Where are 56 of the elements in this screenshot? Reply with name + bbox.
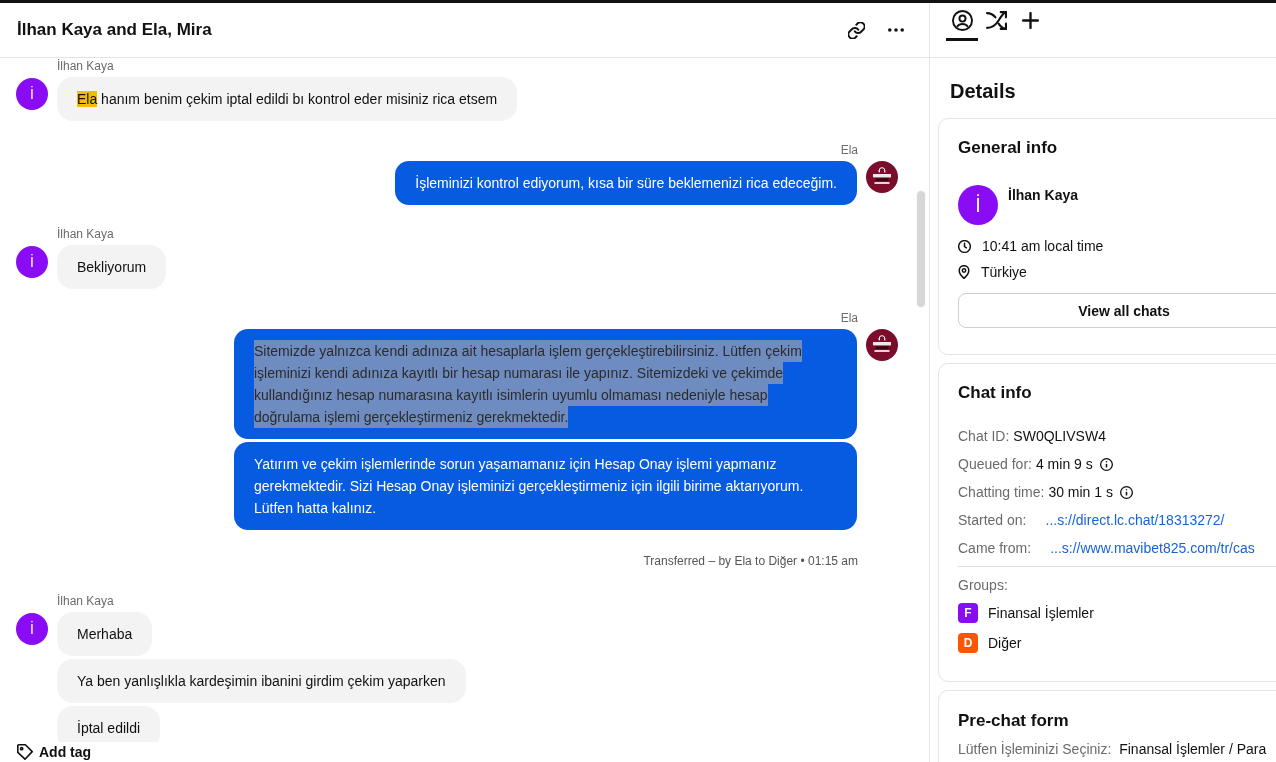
customer-avatar: İ (958, 185, 998, 225)
author-name: Ela (839, 310, 859, 326)
field-label: Queued for: (958, 455, 1032, 474)
group-badge: F (958, 603, 978, 623)
message-bubble: İptal edildi (57, 706, 161, 742)
details-heading: Details (949, 79, 1017, 104)
more-icon (888, 28, 904, 32)
plus-icon (1021, 12, 1039, 29)
clock-icon (958, 239, 971, 253)
info-icon[interactable] (1099, 457, 1113, 471)
field-label: Lütfen İşleminizi Seçiniz: (958, 741, 1112, 757)
field-label: Chatting time: (958, 483, 1045, 502)
add-tag-button[interactable]: Add tag (17, 743, 92, 761)
location: Türkiye (981, 263, 1027, 282)
card-title: General info (958, 138, 1059, 158)
message-bubble: Ya ben yanlışlıkla kardeşimin ibanini girdim çekim yaparken (57, 659, 466, 703)
field-link[interactable]: ...s://www.mavibet825.com/tr/cas (1050, 538, 1255, 558)
message-bubble: İşleminizi kontrol ediyorum, kısa bir süre beklemenizi rica edeceğim. (395, 161, 857, 205)
info-icon[interactable] (1119, 485, 1133, 499)
customer-avatar: İ (16, 613, 48, 645)
message-bubble: Merhaba (57, 612, 153, 656)
shuffle-icon (985, 11, 1007, 30)
customer-name: İlhan Kaya (1008, 186, 1079, 204)
author-name: İlhan Kaya (56, 226, 115, 242)
field-link[interactable]: ...s://direct.lc.chat/18313272/ (1045, 510, 1225, 530)
group-name: Diğer (988, 634, 1022, 653)
customer-avatar: İ (16, 246, 48, 278)
field-label: Started on: (958, 511, 1027, 530)
scrollbar-thumb[interactable] (916, 190, 926, 308)
message-bubble: Yatırım ve çekim işlemlerinde sorun yaşamamanız için Hesap Onay işlemi yapmanız gerekmektedir. Sizi Hesap Onay işleminizi gerçekleştirmeniz için ilgili birime aktarıyorum. Lütfen hatta kalınız. (234, 442, 857, 530)
agent-logo-icon (866, 329, 898, 361)
author-name: İlhan Kaya (56, 593, 115, 609)
card-title: Pre-chat form (958, 711, 1070, 731)
view-all-chats-button[interactable]: View all chats (958, 293, 1276, 328)
field-label: Came from: (958, 539, 1032, 558)
field-value: Finansal İşlemler / Para (1119, 741, 1267, 757)
transfer-notice: Transferred – by Ela to Diğer • 01:15 am (642, 553, 858, 569)
author-name: Ela (839, 142, 859, 158)
author-name: İlhan Kaya (56, 58, 115, 74)
card-title: Chat info (958, 383, 1033, 403)
field-value: SW0QLIVSW4 (1013, 427, 1106, 446)
group-badge: D (958, 633, 978, 653)
link-icon (847, 21, 865, 39)
chat-title: İlhan Kaya and Ela, Mira (17, 20, 212, 40)
location-pin-icon (958, 265, 970, 279)
local-time: 10:41 am local time (982, 237, 1104, 256)
field-value: 30 min 1 s (1048, 483, 1113, 502)
message-bubble: Sitemizde yalnızca kendi adınıza ait hesaplarla işlem gerçekleştirebilirsiniz. Lütfen çekim işleminizi kendi adınıza kayıtlı bir hesap numarası ile yapınız. Sitemizdeki ve çekimde kullandığınız hesap numarasına kayıtlı isimlerin uyumlu olmaması nedeniyle hesap doğrulama işlemi gerçekleştirmeniz gerekmektedir. (234, 329, 857, 439)
group-name: Finansal İşlemler (988, 604, 1094, 623)
field-label: Chat ID: (958, 427, 1010, 446)
customer-avatar: İ (16, 78, 48, 110)
field-value: 4 min 9 s (1035, 455, 1093, 474)
agent-logo-icon (866, 161, 898, 193)
user-circle-icon (951, 10, 973, 31)
message-bubble: Bekliyorum (57, 245, 167, 289)
groups-label: Groups: (958, 576, 1009, 595)
